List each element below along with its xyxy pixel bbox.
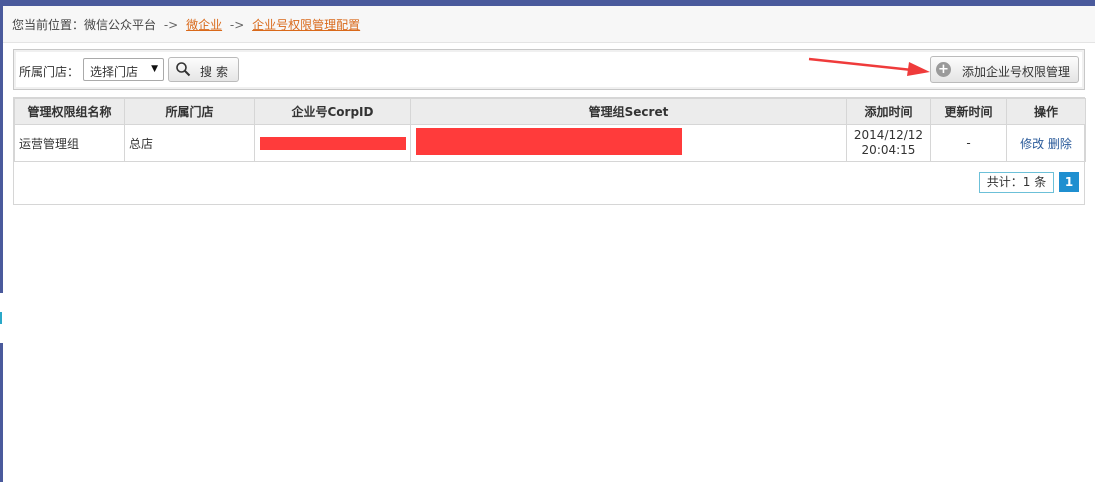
breadcrumb-separator: -> bbox=[229, 18, 245, 32]
cell-corp-id bbox=[254, 124, 411, 162]
column-header: 所属门店 bbox=[124, 98, 255, 125]
breadcrumb-link-permission-config[interactable]: 企业号权限管理配置 bbox=[252, 18, 360, 32]
add-permission-button[interactable]: + 添加企业号权限管理 bbox=[930, 56, 1079, 83]
left-edge bbox=[0, 6, 3, 482]
table-row: 运营管理组 总店 2014/12/12 20:04:15 - 修改 删除 bbox=[14, 124, 1086, 162]
added-clock: 20:04:15 bbox=[861, 143, 916, 157]
annotation-arrow-icon bbox=[808, 57, 930, 76]
add-permission-button-label: 添加企业号权限管理 bbox=[962, 65, 1071, 79]
permission-table: 管理权限组名称 所属门店 企业号CorpID 管理组Secret 添加时间 更新… bbox=[14, 98, 1086, 162]
store-select-value: 选择门店 bbox=[90, 65, 139, 79]
column-header: 添加时间 bbox=[846, 98, 931, 125]
column-header: 企业号CorpID bbox=[254, 98, 411, 125]
page-number-button[interactable]: 1 bbox=[1059, 172, 1079, 192]
cell-actions: 修改 删除 bbox=[1006, 124, 1086, 162]
store-label: 所属门店： bbox=[19, 65, 80, 79]
breadcrumb-prefix: 您当前位置：微信公众平台 bbox=[12, 18, 157, 32]
cell-updated-time: - bbox=[930, 124, 1007, 162]
table-header-row: 管理权限组名称 所属门店 企业号CorpID 管理组Secret 添加时间 更新… bbox=[14, 98, 1086, 125]
edit-link[interactable]: 修改 bbox=[1020, 137, 1044, 151]
plus-circle-icon: + bbox=[936, 62, 951, 77]
cell-store: 总店 bbox=[124, 124, 255, 162]
delete-link[interactable]: 删除 bbox=[1048, 137, 1072, 151]
column-header: 操作 bbox=[1006, 98, 1086, 125]
column-header: 管理组Secret bbox=[410, 98, 847, 125]
added-date: 2014/12/12 bbox=[853, 128, 924, 142]
chevron-down-icon: ▼ bbox=[151, 64, 158, 74]
search-button[interactable]: 搜索 bbox=[168, 57, 239, 82]
breadcrumb-link-weiqiye[interactable]: 微企业 bbox=[186, 18, 222, 32]
search-icon bbox=[176, 62, 191, 77]
cell-added-time: 2014/12/12 20:04:15 bbox=[846, 124, 931, 162]
total-count: 共计：1 条 bbox=[979, 172, 1054, 193]
search-button-label: 搜索 bbox=[200, 65, 233, 79]
breadcrumb: 您当前位置：微信公众平台 -> 微企业 -> 企业号权限管理配置 bbox=[3, 6, 1095, 43]
breadcrumb-separator: -> bbox=[163, 18, 179, 32]
redaction-bar bbox=[416, 128, 682, 155]
cell-group-name: 运营管理组 bbox=[14, 124, 125, 162]
redaction-bar bbox=[259, 136, 406, 150]
cell-secret bbox=[410, 124, 847, 162]
store-select[interactable]: 选择门店 ▼ bbox=[83, 58, 164, 81]
permission-table-panel: 管理权限组名称 所属门店 企业号CorpID 管理组Secret 添加时间 更新… bbox=[13, 97, 1086, 205]
left-edge-mark bbox=[0, 312, 2, 324]
column-header: 管理权限组名称 bbox=[14, 98, 125, 125]
column-header: 更新时间 bbox=[930, 98, 1007, 125]
